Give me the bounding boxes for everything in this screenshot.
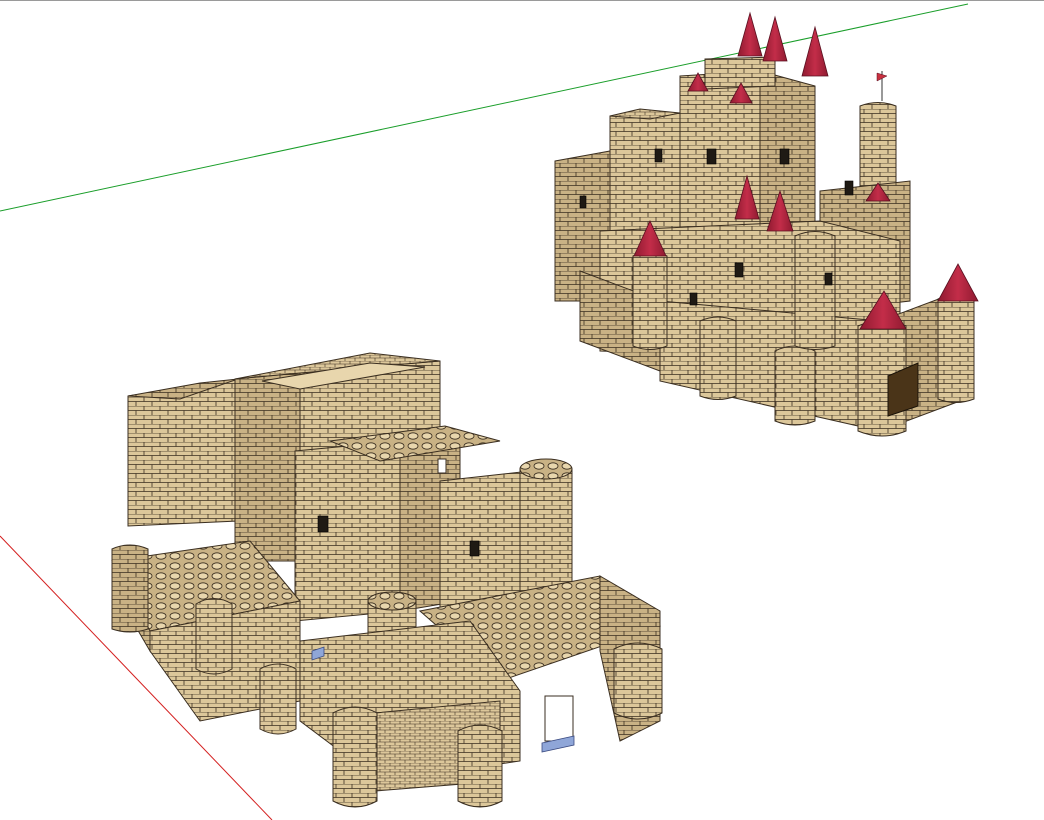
right-window-1 (706, 148, 717, 165)
right-window-3 (654, 148, 663, 163)
left-corner-tower-2 (259, 663, 297, 735)
right-window-4 (579, 195, 587, 209)
left-keep-front (234, 372, 301, 562)
left-window-2 (317, 515, 329, 533)
left-corner-tower-6 (111, 544, 149, 633)
left-window-1 (437, 458, 447, 474)
right-window-2 (779, 148, 790, 165)
green-axis-line (0, 3, 969, 212)
left-corner-tower-4 (457, 724, 503, 808)
left-round-tower-right-top (519, 458, 573, 480)
right-round-tower-6 (794, 231, 836, 350)
model-canvas[interactable] (0, 1, 1044, 820)
right-round-tower-1 (632, 251, 668, 350)
right-window-7 (689, 292, 698, 306)
left-castle-rear-wall (127, 378, 239, 527)
left-window-3 (469, 540, 480, 557)
right-curtain-wall-front (659, 300, 881, 432)
right-round-tower-5 (937, 294, 975, 403)
right-round-tower-3 (774, 345, 816, 426)
roof-cone-10 (937, 263, 979, 302)
right-window-6 (844, 180, 854, 196)
right-window-8 (824, 272, 833, 286)
left-round-tower-center-top (367, 591, 417, 611)
roof-cone-2 (762, 15, 788, 62)
right-castle-model[interactable] (554, 11, 979, 437)
left-gate-opening (544, 695, 574, 742)
roof-cone-1 (737, 11, 763, 57)
left-corner-tower-1 (195, 598, 233, 675)
right-round-tower-2 (699, 316, 737, 400)
3d-viewport[interactable] (0, 0, 1044, 820)
left-inner-block-c (439, 470, 531, 612)
left-corner-tower-5 (613, 642, 663, 720)
left-corner-tower-3 (332, 706, 378, 808)
right-window-5 (734, 262, 744, 278)
